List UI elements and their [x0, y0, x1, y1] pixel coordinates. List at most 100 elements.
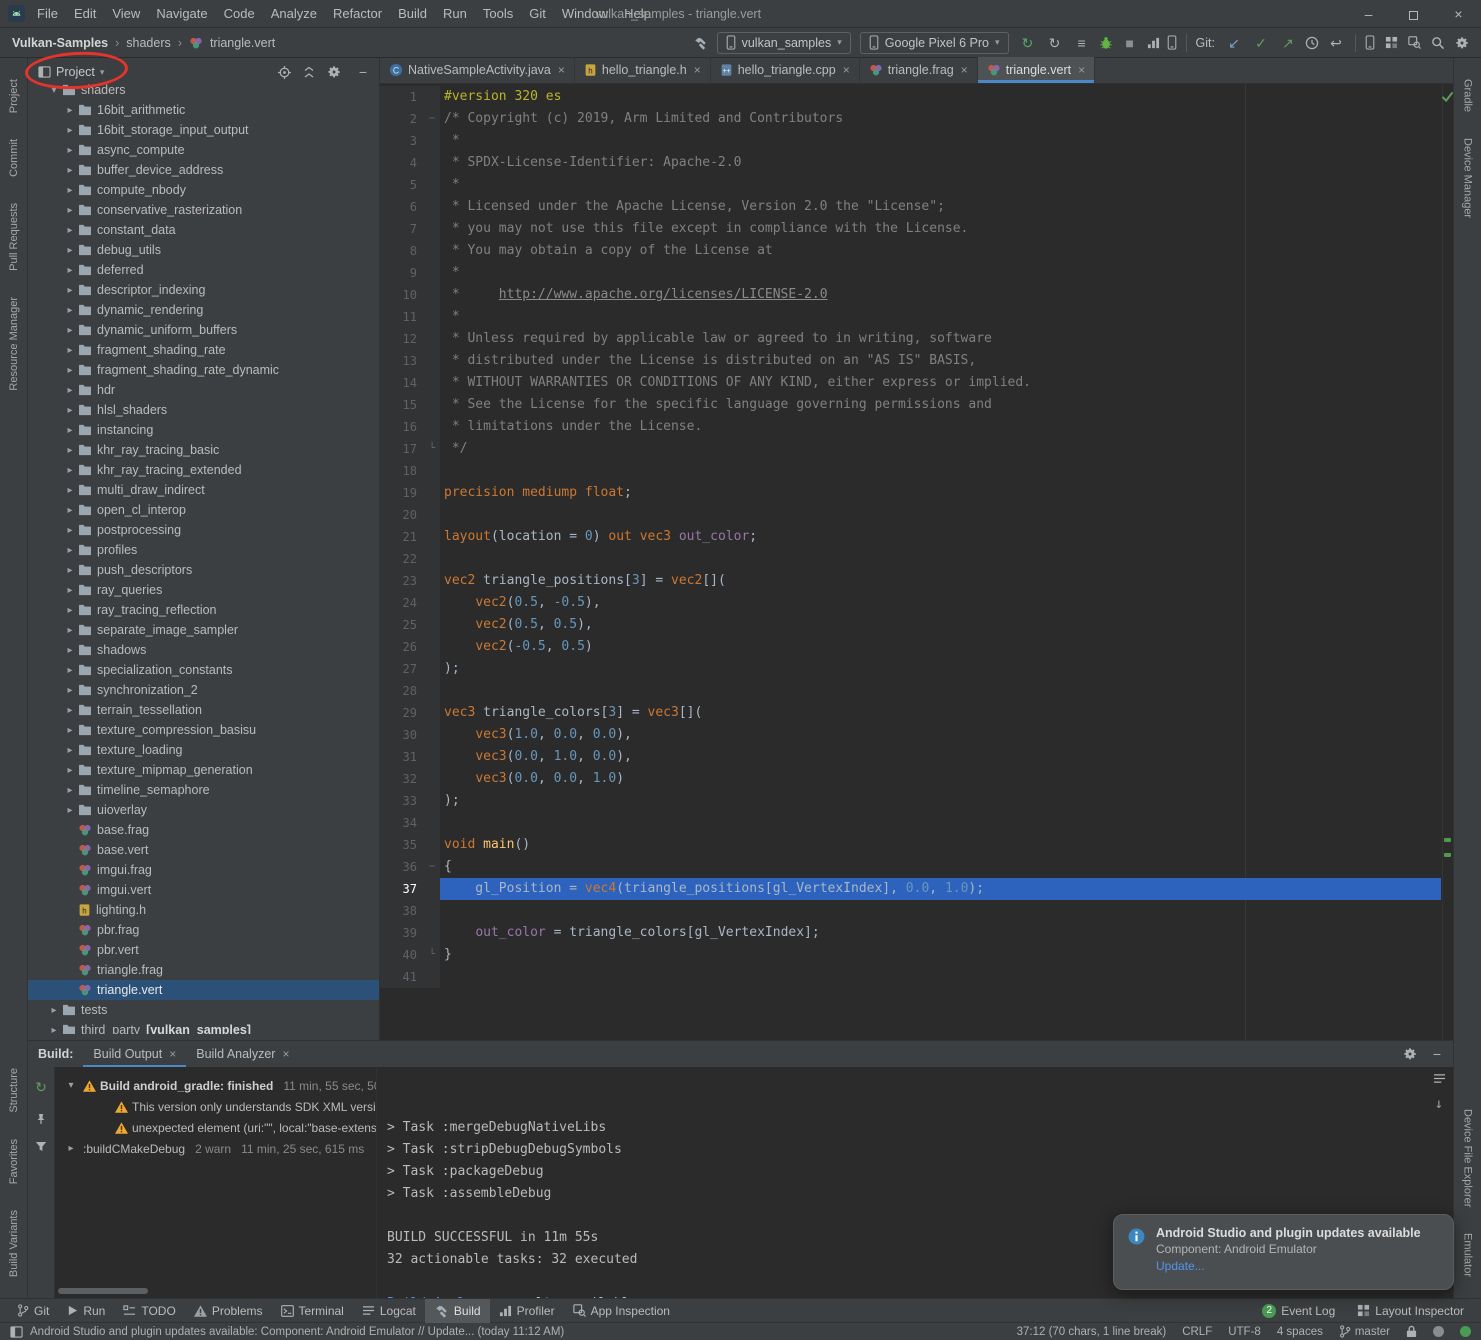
close-icon[interactable]: × — [169, 1047, 176, 1061]
line-number[interactable]: 37 — [380, 878, 424, 900]
editor-tab-hello-triangle-h[interactable]: hhello_triangle.h× — [575, 57, 711, 83]
tree-item-separate-image-sampler[interactable]: ▸separate_image_sampler — [28, 620, 379, 640]
hide-build-panel-icon[interactable]: − — [1433, 1046, 1441, 1062]
code-line-37[interactable]: 37 gl_Position = vec4(triangle_positions… — [380, 878, 1441, 900]
maximize-button[interactable] — [1391, 0, 1436, 28]
encoding-select[interactable]: UTF-8 — [1228, 1326, 1261, 1338]
code-line-41[interactable]: 41 — [380, 966, 1441, 988]
device-manager-icon[interactable] — [1167, 35, 1177, 50]
commit-icon[interactable]: ✓ — [1251, 33, 1271, 53]
expand-arrow-icon[interactable]: ▸ — [62, 505, 78, 516]
expand-arrow-icon[interactable]: ▸ — [62, 205, 78, 216]
hide-panel-icon[interactable]: − — [353, 62, 373, 82]
tree-item-conservative-rasterization[interactable]: ▸conservative_rasterization — [28, 200, 379, 220]
code-line-26[interactable]: 26 vec2(-0.5, 0.5) — [380, 636, 1441, 658]
code-line-34[interactable]: 34 — [380, 812, 1441, 834]
run-configuration-select[interactable]: vulkan_samples ▾ — [717, 32, 851, 54]
tree-item-tests[interactable]: ▸tests — [28, 1000, 379, 1020]
panel-settings-icon[interactable] — [327, 65, 341, 79]
line-number[interactable]: 21 — [380, 526, 424, 548]
code-line-17[interactable]: 17└ */ — [380, 438, 1441, 460]
avd-manager-icon[interactable] — [1365, 35, 1375, 50]
expand-arrow-icon[interactable]: ▸ — [62, 325, 78, 336]
menu-build[interactable]: Build — [390, 0, 435, 27]
tree-item-shadows[interactable]: ▸shadows — [28, 640, 379, 660]
project-view-mode-select[interactable]: Project ▾ — [38, 65, 104, 79]
pin-icon[interactable] — [35, 1113, 47, 1125]
fold-marker-icon[interactable]: − — [424, 108, 440, 130]
code-line-8[interactable]: 8 * You may obtain a copy of the License… — [380, 240, 1441, 262]
line-number[interactable]: 39 — [380, 922, 424, 944]
stripe-button-gradle[interactable]: Gradle — [1462, 79, 1474, 112]
code-line-22[interactable]: 22 — [380, 548, 1441, 570]
rerun-build-icon[interactable]: ↻ — [31, 1077, 51, 1097]
close-icon[interactable]: × — [694, 63, 701, 77]
menu-file[interactable]: File — [29, 0, 66, 27]
horizontal-scrollbar[interactable] — [58, 1288, 148, 1294]
close-icon[interactable]: × — [961, 63, 968, 77]
tree-item-texture-loading[interactable]: ▸texture_loading — [28, 740, 379, 760]
expand-arrow-icon[interactable]: ▸ — [62, 785, 78, 796]
code-line-19[interactable]: 19precision mediump float; — [380, 482, 1441, 504]
line-number[interactable]: 33 — [380, 790, 424, 812]
code-line-29[interactable]: 29vec3 triangle_colors[3] = vec3[]( — [380, 702, 1441, 724]
minimize-button[interactable]: – — [1346, 0, 1391, 28]
tree-item-khr-ray-tracing-basic[interactable]: ▸khr_ray_tracing_basic — [28, 440, 379, 460]
code-line-23[interactable]: 23vec2 triangle_positions[3] = vec2[]( — [380, 570, 1441, 592]
expand-arrow-icon[interactable]: ▾ — [63, 1080, 79, 1091]
tree-item-texture-mipmap-generation[interactable]: ▸texture_mipmap_generation — [28, 760, 379, 780]
fold-marker-icon[interactable]: └ — [424, 944, 440, 966]
line-number[interactable]: 4 — [380, 152, 424, 174]
code-line-27[interactable]: 27); — [380, 658, 1441, 680]
code-line-24[interactable]: 24 vec2(0.5, -0.5), — [380, 592, 1441, 614]
tree-item-constant-data[interactable]: ▸constant_data — [28, 220, 379, 240]
stop-icon[interactable]: ■ — [1120, 33, 1140, 53]
expand-arrow-icon[interactable]: ▸ — [62, 145, 78, 156]
dumb-indicator-icon[interactable] — [1433, 1326, 1444, 1337]
tree-item-timeline-semaphore[interactable]: ▸timeline_semaphore — [28, 780, 379, 800]
line-number[interactable]: 26 — [380, 636, 424, 658]
stripe-button-resource-manager[interactable]: Resource Manager — [8, 297, 20, 391]
expand-arrow-icon[interactable]: ▸ — [62, 745, 78, 756]
expand-arrow-icon[interactable]: ▸ — [62, 425, 78, 436]
tree-item-ray-queries[interactable]: ▸ray_queries — [28, 580, 379, 600]
tree-item-pbr-frag[interactable]: pbr.frag — [28, 920, 379, 940]
line-number[interactable]: 17 — [380, 438, 424, 460]
line-number[interactable]: 25 — [380, 614, 424, 636]
toolwindow-button-run[interactable]: Run — [58, 1299, 114, 1323]
code-line-3[interactable]: 3 * — [380, 130, 1441, 152]
fold-marker-icon[interactable]: └ — [424, 438, 440, 460]
git-branch-widget[interactable]: master — [1339, 1325, 1390, 1338]
code-line-38[interactable]: 38 — [380, 900, 1441, 922]
line-number[interactable]: 30 — [380, 724, 424, 746]
line-number[interactable]: 41 — [380, 966, 424, 988]
expand-arrow-icon[interactable]: ▸ — [62, 225, 78, 236]
line-number[interactable]: 3 — [380, 130, 424, 152]
line-number[interactable]: 2 — [380, 108, 424, 130]
code-line-9[interactable]: 9 * — [380, 262, 1441, 284]
toolwindow-button-git[interactable]: Git — [8, 1299, 58, 1323]
run-configurations-icon[interactable]: ≡ — [1072, 33, 1092, 53]
menu-git[interactable]: Git — [521, 0, 554, 27]
error-stripe[interactable] — [1442, 84, 1453, 1040]
build-tree-row[interactable]: unexpected element (uri:"", local:"base-… — [55, 1117, 376, 1138]
tree-item-instancing[interactable]: ▸instancing — [28, 420, 379, 440]
notification-popup[interactable]: Android Studio and plugin updates availa… — [1113, 1214, 1454, 1290]
expand-arrow-icon[interactable]: ▸ — [62, 365, 78, 376]
toolwindow-button-terminal[interactable]: Terminal — [272, 1299, 353, 1323]
expand-arrow-icon[interactable]: ▸ — [46, 1025, 62, 1035]
apply-changes-icon[interactable]: ↻ — [1045, 33, 1065, 53]
line-number[interactable]: 35 — [380, 834, 424, 856]
filter-icon[interactable] — [35, 1141, 47, 1152]
code-line-2[interactable]: 2−/* Copyright (c) 2019, Arm Limited and… — [380, 108, 1441, 130]
build-settings-gear-icon[interactable] — [1403, 1047, 1417, 1061]
toolwindow-button-problems[interactable]: Problems — [185, 1299, 272, 1323]
line-number[interactable]: 7 — [380, 218, 424, 240]
code-line-36[interactable]: 36−{ — [380, 856, 1441, 878]
line-ending-select[interactable]: CRLF — [1182, 1326, 1212, 1338]
expand-arrow-icon[interactable]: ▸ — [62, 105, 78, 116]
line-number[interactable]: 12 — [380, 328, 424, 350]
line-number[interactable]: 31 — [380, 746, 424, 768]
code-line-33[interactable]: 33); — [380, 790, 1441, 812]
editor-tab-triangle-vert[interactable]: triangle.vert× — [978, 57, 1095, 83]
